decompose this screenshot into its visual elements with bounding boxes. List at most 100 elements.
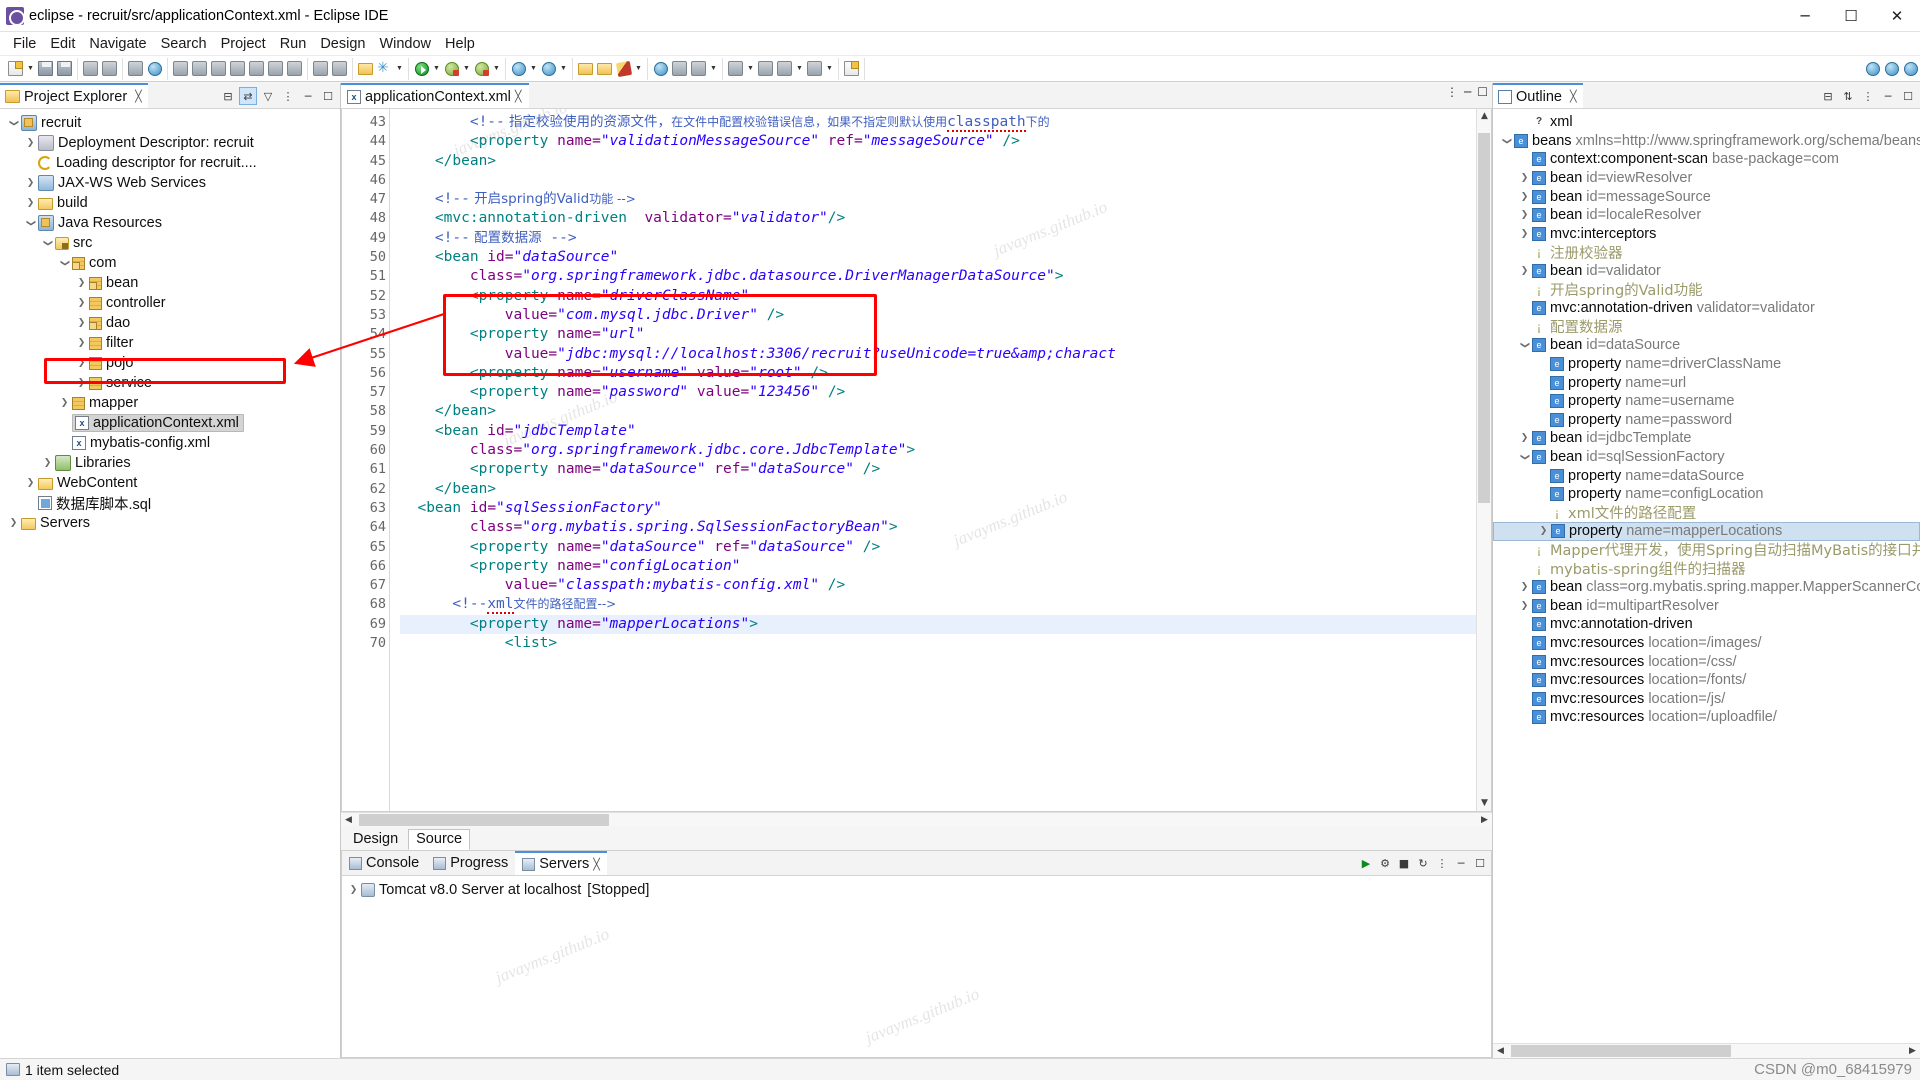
chevron-down-icon[interactable]: ❯ <box>9 116 19 131</box>
tree-item-filter[interactable]: ❯ filter <box>0 333 340 353</box>
code-line[interactable]: <property name="dataSource" ref="dataSou… <box>400 460 1491 479</box>
view-menu-button[interactable]: ⋮ <box>279 87 297 105</box>
chevron-right-icon[interactable]: ❯ <box>23 478 38 488</box>
validate-button[interactable] <box>81 59 100 79</box>
tree-item-build[interactable]: ❯ build <box>0 193 340 213</box>
editor-view-menu-button[interactable]: ⋮ <box>1446 85 1458 99</box>
code-line[interactable]: class="org.springframework.jdbc.datasour… <box>400 267 1491 286</box>
chevron-right-icon[interactable]: ❯ <box>1517 582 1532 592</box>
tree-item-content[interactable]: filter <box>89 335 133 351</box>
outline-item[interactable]: ❯ e bean id=dataSource <box>1493 336 1920 355</box>
outline-item[interactable]: ❯ e bean id=localeResolver <box>1493 206 1920 225</box>
open-type-button[interactable] <box>126 59 145 79</box>
chevron-down-icon[interactable]: ▼ <box>558 59 569 79</box>
menu-run[interactable]: Run <box>273 34 314 54</box>
tree-item-content[interactable]: Loading descriptor for recruit.... <box>38 155 257 171</box>
chevron-down-icon[interactable]: ▼ <box>633 59 644 79</box>
save-button[interactable] <box>36 59 55 79</box>
code-line[interactable]: <property name="mapperLocations"> <box>400 614 1491 635</box>
tree-item-pojo[interactable]: ❯ pojo <box>0 353 340 373</box>
chevron-down-icon[interactable]: ▼ <box>745 59 756 79</box>
code-content[interactable]: <!-- 指定校验使用的资源文件，在文件中配置校验错误信息，如果不指定则默认使用… <box>390 109 1491 811</box>
tree-item-content[interactable]: Java Resources <box>38 215 162 231</box>
minimize-view-button[interactable]: ─ <box>299 87 317 105</box>
outline-item[interactable]: e property name=username <box>1493 392 1920 411</box>
disconnect-button[interactable] <box>228 59 247 79</box>
minimize-button[interactable]: ─ <box>1782 0 1828 32</box>
run-button[interactable] <box>412 59 431 79</box>
vertical-scroll-thumb[interactable] <box>1478 133 1490 503</box>
chevron-down-icon[interactable]: ▼ <box>394 59 405 79</box>
chevron-down-icon[interactable]: ❯ <box>26 216 36 231</box>
minimize-editor-button[interactable]: ─ <box>1464 85 1471 99</box>
new-wizard-button[interactable] <box>6 59 25 79</box>
outline-item[interactable]: ❯ e bean id=messageSource <box>1493 187 1920 206</box>
outline-item[interactable]: e mvc:resources location=/fonts/ <box>1493 671 1920 690</box>
collapse-all-outline-button[interactable]: ⊟ <box>1819 87 1837 105</box>
collapse-all-button[interactable]: ⊟ <box>219 87 237 105</box>
chevron-down-icon[interactable]: ▼ <box>431 59 442 79</box>
minimize-console-button[interactable]: ─ <box>1454 856 1468 870</box>
outline-horizontal-scrollbar[interactable]: ◀ ▶ <box>1493 1043 1920 1058</box>
sort-outline-button[interactable]: ⇅ <box>1839 87 1857 105</box>
maximize-console-button[interactable]: ☐ <box>1473 856 1487 870</box>
forward-button[interactable] <box>805 59 824 79</box>
external-tools-button[interactable] <box>689 59 708 79</box>
menu-edit[interactable]: Edit <box>43 34 82 54</box>
outline-item[interactable]: e mvc:resources location=/css/ <box>1493 652 1920 671</box>
menu-design[interactable]: Design <box>313 34 372 54</box>
outline-item[interactable]: e property name=password <box>1493 411 1920 430</box>
chevron-right-icon[interactable]: ❯ <box>1517 173 1532 183</box>
code-line[interactable]: <property name="username" value="root" /… <box>400 364 1491 383</box>
chevron-right-icon[interactable]: ❯ <box>1517 210 1532 220</box>
tab-console[interactable]: Console <box>342 851 426 875</box>
menu-help[interactable]: Help <box>438 34 482 54</box>
chevron-down-icon[interactable]: ❯ <box>1520 449 1530 464</box>
outline-item[interactable]: ? xml <box>1493 113 1920 132</box>
tree-item-content[interactable]: com <box>72 255 116 271</box>
outline-item[interactable]: ❯ e bean id=jdbcTemplate <box>1493 429 1920 448</box>
step-return-button[interactable] <box>285 59 304 79</box>
skip-breakpoints-button[interactable] <box>330 59 349 79</box>
tab-project-explorer[interactable]: Project Explorer ╳ <box>0 83 148 108</box>
tree-item-content[interactable]: service <box>89 375 152 391</box>
tree-item-content[interactable]: x mybatis-config.xml <box>72 435 210 451</box>
outline-item[interactable]: ❯ e bean id=validator <box>1493 262 1920 281</box>
chevron-down-icon[interactable]: ❯ <box>60 256 70 271</box>
code-line[interactable]: <property name="password" value="123456"… <box>400 383 1491 402</box>
console-view-menu-button[interactable]: ⋮ <box>1435 856 1449 870</box>
chevron-right-icon[interactable]: ❯ <box>74 278 89 288</box>
code-line[interactable]: <bean id="sqlSessionFactory" <box>400 499 1491 518</box>
tree-item-deployment-descriptor-recruit[interactable]: ❯ Deployment Descriptor: recruit <box>0 133 340 153</box>
scroll-left-icon[interactable]: ◀ <box>1493 1044 1508 1059</box>
code-line[interactable]: <property name="configLocation" <box>400 557 1491 576</box>
menu-search[interactable]: Search <box>154 34 214 54</box>
close-icon[interactable]: ╳ <box>593 858 600 871</box>
scroll-right-icon[interactable]: ▶ <box>1905 1044 1920 1059</box>
chevron-down-icon[interactable]: ▼ <box>824 59 835 79</box>
outline-item[interactable]: ¡ 开启spring的Valid功能 <box>1493 280 1920 300</box>
chevron-down-icon[interactable]: ❯ <box>1520 338 1530 353</box>
outline-item[interactable]: e mvc:annotation-driven validator=validat… <box>1493 299 1920 318</box>
tree-item-content[interactable]: 数据库脚本.sql <box>38 493 151 514</box>
chevron-right-icon[interactable]: ❯ <box>1517 601 1532 611</box>
chevron-right-icon[interactable]: ❯ <box>40 458 55 468</box>
code-line[interactable]: <bean id="jdbcTemplate" <box>400 422 1491 441</box>
code-line[interactable]: </bean> <box>400 152 1491 171</box>
chevron-right-icon[interactable]: ❯ <box>23 198 38 208</box>
tree-item-mapper[interactable]: ❯ mapper <box>0 393 340 413</box>
chevron-down-icon[interactable]: ▼ <box>491 59 502 79</box>
maximize-view-button[interactable]: ☐ <box>319 87 337 105</box>
suspend-button[interactable] <box>190 59 209 79</box>
code-line[interactable]: <list> <box>400 634 1491 653</box>
code-line[interactable]: <property name="dataSource" ref="dataSou… <box>400 538 1491 557</box>
menu-navigate[interactable]: Navigate <box>82 34 153 54</box>
quick-fix-button[interactable] <box>614 59 633 79</box>
chevron-right-icon[interactable]: ❯ <box>74 298 89 308</box>
tree-item-content[interactable]: pojo <box>89 355 133 371</box>
code-line[interactable]: <bean id="dataSource" <box>400 248 1491 267</box>
debug-server-button[interactable]: ⚙ <box>1378 856 1392 870</box>
chevron-right-icon[interactable]: ❯ <box>346 885 361 895</box>
tree-item-webcontent[interactable]: ❯ WebContent <box>0 473 340 493</box>
outline-item[interactable]: e property name=driverClassName <box>1493 355 1920 374</box>
